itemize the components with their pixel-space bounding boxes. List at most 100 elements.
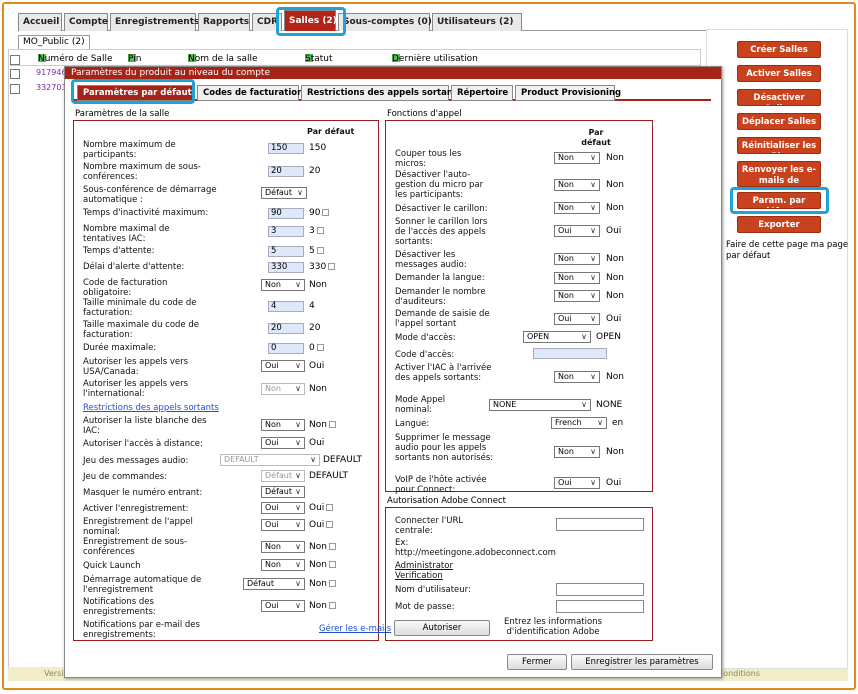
mask-number-select[interactable]: Défaut	[261, 486, 305, 498]
tab-cdr[interactable]: CDR	[252, 13, 282, 31]
subconf-rec-select[interactable]: Non	[261, 541, 305, 553]
audio-msg-off-select[interactable]: Non	[554, 253, 600, 265]
tab-compte[interactable]: Compte	[64, 13, 108, 31]
named-call-rec-select[interactable]: Oui	[261, 519, 305, 531]
copy-icon[interactable]	[328, 263, 336, 270]
access-mode-label: Mode d'accès:	[395, 333, 456, 343]
tab-enregistrements[interactable]: Enregistrements	[110, 13, 199, 31]
chime-out-select[interactable]: Oui	[554, 225, 600, 237]
username-input[interactable]	[556, 583, 644, 596]
dtab-outbound-restrictions[interactable]: Restrictions des appels sortants	[301, 85, 462, 101]
wait-time-default-value: 5	[309, 246, 315, 256]
copy-icon[interactable]	[328, 580, 336, 587]
access-code-input[interactable]	[533, 348, 607, 359]
copy-icon[interactable]	[316, 344, 324, 351]
ask-lang-select[interactable]: Non	[554, 272, 600, 284]
tab-accueil[interactable]: Accueil	[18, 13, 62, 31]
row-checkbox[interactable]	[10, 84, 20, 94]
activate-rooms-button[interactable]: Activer Salles	[737, 65, 821, 82]
manage-emails-link[interactable]: Gérer les e-mails	[319, 624, 391, 634]
billing-min-input[interactable]: 4	[268, 301, 304, 312]
copy-icon[interactable]	[322, 209, 330, 216]
allow-intl-select[interactable]: Non	[261, 383, 305, 395]
voip-host-select[interactable]: Oui	[554, 477, 600, 489]
export-button[interactable]: Exporter	[737, 216, 821, 233]
central-url-input[interactable]	[556, 518, 644, 531]
default-params-button[interactable]: Param. par défaut	[737, 192, 821, 209]
authorize-button[interactable]: Autoriser	[394, 620, 490, 636]
mute-all-select[interactable]: Non	[554, 152, 600, 164]
audio-messages-select[interactable]: DEFAULT	[220, 454, 320, 466]
max-duration-input[interactable]: 0	[268, 343, 304, 354]
max-participants-input[interactable]: 150	[268, 143, 304, 154]
row-checkbox[interactable]	[10, 69, 20, 79]
auto-rec-select[interactable]: Défaut	[243, 578, 305, 590]
enable-recording-default: Oui	[309, 503, 334, 513]
named-mode-select[interactable]: NONE	[489, 399, 591, 411]
ivr-attempts-input[interactable]: 3	[268, 226, 304, 237]
create-rooms-button[interactable]: Créer Salles	[737, 41, 821, 58]
dialog-title[interactable]: Paramètres du produit au niveau du compt…	[65, 67, 721, 79]
rec-notif-select[interactable]: Oui	[261, 600, 305, 612]
resend-welcome-button[interactable]: Renvoyer les e-mails de bienvenue	[737, 161, 821, 187]
ask-listeners-select[interactable]: Non	[554, 290, 600, 302]
copy-icon[interactable]	[326, 504, 334, 511]
wait-time-label: Temps d'attente:	[83, 246, 155, 256]
move-rooms-button[interactable]: Déplacer Salles	[737, 113, 821, 130]
dtab-product-provisioning[interactable]: Product Provisioning	[515, 85, 621, 101]
self-mute-select[interactable]: Non	[554, 179, 600, 191]
named-mode-default: NONE	[596, 400, 623, 410]
save-settings-button[interactable]: Enregistrer les paramètres	[571, 654, 713, 670]
tab-sous-comptes[interactable]: Sous-comptes (0)	[338, 13, 432, 31]
col-pin-label: Pin	[128, 54, 142, 64]
copy-icon[interactable]	[316, 247, 324, 254]
subtab-mo-public[interactable]: MO_Public (2)	[18, 35, 90, 49]
example-label: Ex:	[395, 538, 409, 548]
default-page-note[interactable]: Faire de cette page ma page par défaut	[726, 240, 854, 262]
language-select[interactable]: French	[551, 417, 607, 429]
remote-access-default: Oui	[309, 438, 325, 448]
voip-host-label: VoIP de l'hôte activée pour Connect:	[395, 475, 487, 495]
copy-icon[interactable]	[326, 521, 334, 528]
password-input[interactable]	[556, 600, 644, 613]
access-mode-select[interactable]: OPEN	[523, 331, 591, 343]
email-notif-label: Notifications par e-mail des enregistrem…	[83, 620, 200, 640]
dtab-billing-codes[interactable]: Codes de facturation	[197, 85, 303, 101]
reset-pins-button[interactable]: Réinitialiser les Pin	[737, 137, 821, 154]
row-room-id[interactable]: 917946	[36, 68, 67, 77]
billing-required-select[interactable]: Non	[261, 279, 305, 291]
dtab-default-params[interactable]: Paramètres par défaut	[77, 85, 195, 101]
audio-msg-off-default: Non	[606, 254, 624, 264]
alert-delay-input[interactable]: 330	[268, 262, 304, 273]
remote-access-select[interactable]: Oui	[261, 437, 305, 449]
max-subconf-input[interactable]: 20	[268, 166, 304, 177]
copy-icon[interactable]	[328, 561, 336, 568]
copy-icon[interactable]	[316, 227, 324, 234]
billing-max-input[interactable]: 20	[268, 323, 304, 334]
allow-us-ca-select[interactable]: Oui	[261, 360, 305, 372]
quick-launch-select[interactable]: Non	[261, 559, 305, 571]
chime-off-select[interactable]: Non	[554, 202, 600, 214]
suppress-msg-select[interactable]: Non	[554, 446, 600, 458]
tab-utilisateurs[interactable]: Utilisateurs (2)	[432, 13, 522, 31]
copy-icon[interactable]	[328, 543, 336, 550]
wait-time-input[interactable]: 5	[268, 246, 304, 257]
command-set-select[interactable]: Défaut	[261, 470, 305, 482]
outbound-restrictions-link[interactable]: Restrictions des appels sortants	[83, 403, 219, 413]
deactivate-rooms-button[interactable]: Désactiver Salles	[737, 89, 821, 106]
tab-salles[interactable]: Salles (2)	[284, 10, 337, 31]
dtab-directory[interactable]: Répertoire	[451, 85, 513, 101]
close-button[interactable]: Fermer	[507, 654, 567, 670]
copy-icon[interactable]	[328, 421, 336, 428]
alert-delay-label: Délai d'alerte d'attente:	[83, 262, 185, 272]
subconf-autostart-select[interactable]: Défaut	[261, 187, 307, 199]
select-all-checkbox[interactable]	[10, 54, 20, 67]
ivr-outbound-select[interactable]: Non	[554, 371, 600, 383]
ask-outbound-select[interactable]: Oui	[554, 313, 600, 325]
enable-recording-select[interactable]: Oui	[261, 502, 305, 514]
allow-whitelist-select[interactable]: Non	[261, 419, 305, 431]
copy-icon[interactable]	[328, 602, 336, 609]
tab-rapports[interactable]: Rapports	[198, 13, 250, 31]
billing-min-label: Taille minimale du code de facturation:	[83, 298, 197, 318]
inactivity-input[interactable]: 90	[268, 208, 304, 219]
